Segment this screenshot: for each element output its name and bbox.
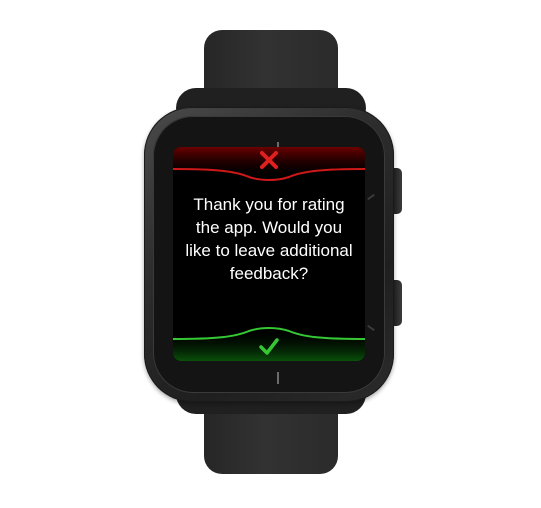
watch-case: Thank you for rating the app. Would you … [144,107,394,402]
watch-screen: Thank you for rating the app. Would you … [173,147,365,361]
bezel-tick-right-bottom [367,324,375,332]
watch-bezel: Thank you for rating the app. Would you … [153,116,385,393]
bezel-tick-bottom [277,372,279,384]
close-icon[interactable] [257,148,281,172]
bezel-tick-right-top [367,193,375,201]
feedback-prompt-message: Thank you for rating the app. Would you … [185,195,353,283]
checkmark-icon[interactable] [257,334,281,358]
watch-stage: Thank you for rating the app. Would you … [0,0,541,508]
